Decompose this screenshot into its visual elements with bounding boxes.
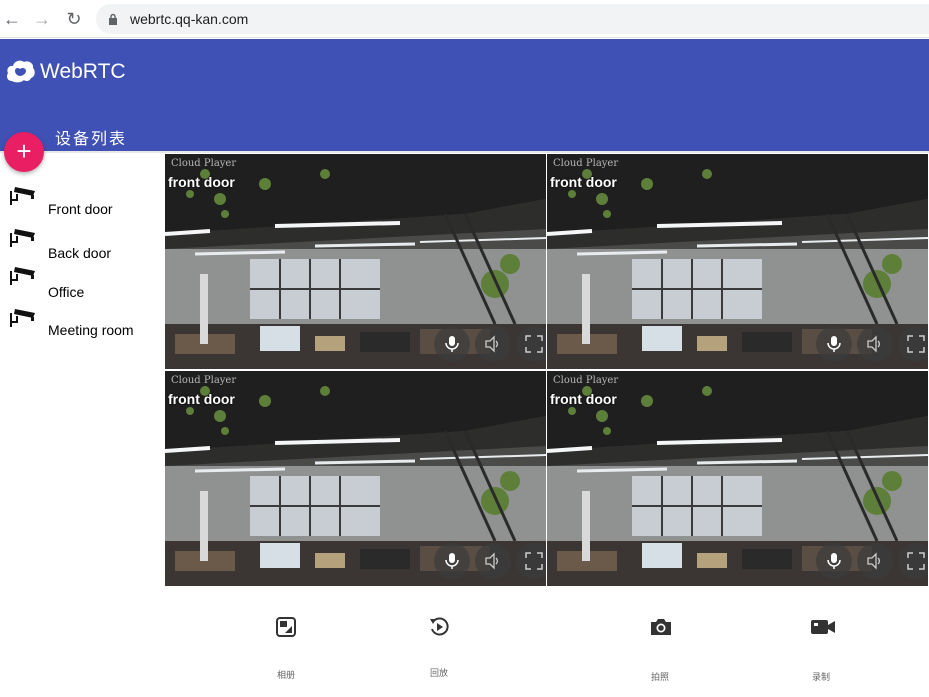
back-arrow-icon[interactable]: ← [0, 7, 24, 31]
tile-watermark: Cloud Player [171, 158, 237, 169]
device-item-meeting-room[interactable]: Meeting room [0, 305, 165, 341]
snapshot-label: 拍照 [650, 672, 669, 682]
tile-device-label: front door [550, 391, 617, 407]
video-tile[interactable]: Cloud Player front door [165, 154, 546, 369]
speaker-button[interactable] [475, 543, 511, 579]
album-label: 相册 [276, 670, 295, 680]
tile-watermark: Cloud Player [553, 375, 619, 386]
app-header: WebRTC 设备列表 [0, 39, 929, 151]
fullscreen-button[interactable] [516, 326, 546, 362]
app-title: WebRTC [40, 60, 126, 83]
tile-watermark: Cloud Player [553, 158, 619, 169]
microphone-button[interactable] [816, 326, 852, 362]
fullscreen-button[interactable] [516, 543, 546, 579]
speaker-icon [867, 552, 880, 570]
tile-device-label: front door [550, 174, 617, 190]
speaker-icon [485, 335, 498, 353]
microphone-icon [445, 553, 459, 569]
playback-icon [430, 617, 449, 636]
album-button[interactable]: 相册 [241, 600, 331, 690]
device-name: Office [48, 284, 85, 300]
fullscreen-icon [907, 335, 925, 353]
microphone-button[interactable] [816, 543, 852, 579]
record-button[interactable]: 录制 [776, 600, 866, 690]
microphone-button[interactable] [434, 326, 470, 362]
security-camera-icon [10, 267, 35, 285]
fullscreen-button[interactable] [898, 326, 928, 362]
address-bar[interactable]: webrtc.qq-kan.com [96, 4, 929, 34]
reload-icon[interactable]: ↻ [62, 7, 86, 31]
lock-icon [109, 13, 117, 25]
microphone-button[interactable] [434, 543, 470, 579]
device-item-front-door[interactable]: Front door [0, 183, 165, 219]
fullscreen-button[interactable] [898, 543, 928, 579]
speaker-button[interactable] [857, 326, 893, 362]
speaker-icon [485, 552, 498, 570]
playback-button[interactable]: 回放 [394, 600, 484, 690]
fullscreen-icon [525, 335, 543, 353]
microphone-icon [827, 553, 841, 569]
microphone-icon [445, 336, 459, 352]
device-item-office[interactable]: Office [0, 263, 165, 300]
security-camera-icon [10, 309, 35, 327]
fullscreen-icon [907, 552, 925, 570]
url-text: webrtc.qq-kan.com [130, 11, 249, 27]
forward-arrow-icon[interactable]: → [30, 7, 54, 31]
device-name: Front door [48, 201, 113, 217]
video-camera-icon [811, 620, 835, 634]
snapshot-button[interactable]: 拍照 [615, 600, 705, 690]
speaker-button[interactable] [857, 543, 893, 579]
speaker-button[interactable] [475, 326, 511, 362]
device-list: Front door Back door Office Meeting room [0, 153, 165, 593]
video-tile[interactable]: Cloud Player front door [547, 154, 928, 369]
camera-icon [651, 619, 671, 635]
playback-label: 回放 [429, 668, 448, 678]
tile-device-label: front door [168, 174, 235, 190]
video-tile[interactable]: Cloud Player front door [165, 371, 546, 586]
device-name: Meeting room [48, 322, 134, 338]
browser-toolbar: ← → ↻ webrtc.qq-kan.com [0, 0, 929, 38]
cloud-logo-icon [7, 60, 35, 83]
microphone-icon [827, 336, 841, 352]
speaker-icon [867, 335, 880, 353]
device-item-back-door[interactable]: Back door [0, 225, 165, 261]
device-list-title: 设备列表 [55, 129, 128, 148]
tile-device-label: front door [168, 391, 235, 407]
tile-watermark: Cloud Player [171, 375, 237, 386]
security-camera-icon [10, 229, 35, 247]
record-label: 录制 [811, 672, 830, 682]
fullscreen-icon [525, 552, 543, 570]
album-icon [276, 617, 296, 637]
security-camera-icon [10, 187, 35, 205]
video-tile[interactable]: Cloud Player front door [547, 371, 928, 586]
device-name: Back door [48, 245, 112, 261]
